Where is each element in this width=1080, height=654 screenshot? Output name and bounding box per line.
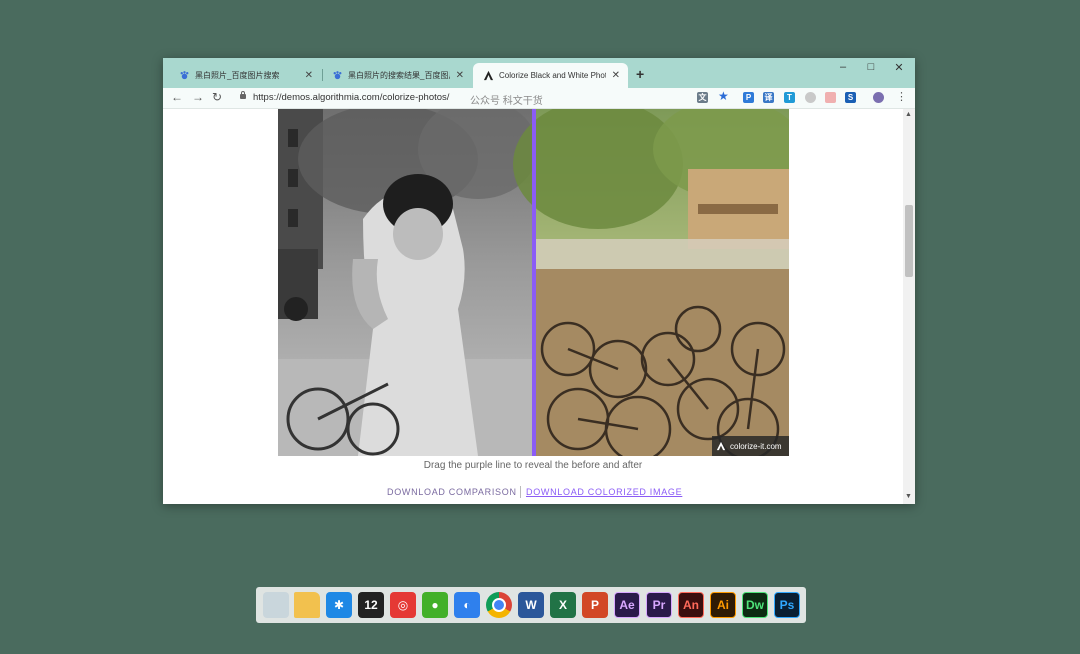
instruction-caption: Drag the purple line to reveal the befor… [423,460,643,471]
close-tab-icon[interactable]: ✕ [305,70,313,81]
bookmark-star-icon[interactable]: ★ [718,89,729,103]
browser-window: 黑白照片_百度图片搜索 ✕ 黑白照片的搜索结果_百度图片搜 ✕ Colorize… [163,58,915,504]
word-label: W [525,598,537,612]
page-content: colorize-it.com Drag the purple line to … [163,109,903,504]
scroll-up-icon[interactable]: ▲ [905,111,912,118]
tab-bar: 黑白照片_百度图片搜索 ✕ 黑白照片的搜索结果_百度图片搜 ✕ Colorize… [163,58,915,88]
wechat-label: ● [431,598,439,612]
extension-s-icon[interactable]: S [845,92,856,103]
netease-music-label: ◎ [397,598,409,612]
illustrator-label: Ai [717,598,729,612]
maximize-icon[interactable]: □ [857,61,885,73]
baidu-paw-icon [333,71,342,80]
reload-icon[interactable]: ↻ [212,90,222,104]
address-toolbar: ← → ↻ https://demos.algorithmia.com/colo… [163,88,915,109]
tab-1[interactable]: 黑白照片_百度图片搜索 ✕ [169,63,321,88]
new-tab-icon[interactable]: + [636,66,644,82]
blue-circle-app-icon[interactable]: ◐ [454,592,480,618]
powerpoint-label: P [590,598,599,612]
app-12-icon[interactable]: 12 [358,592,384,618]
tab-3-active[interactable]: Colorize Black and White Phot ✕ [473,63,628,88]
address-bar[interactable]: https://demos.algorithmia.com/colorize-p… [253,92,449,103]
scroll-down-icon[interactable]: ▼ [905,493,912,500]
scrollbar-thumb[interactable] [905,205,913,277]
extension-grey-icon[interactable] [805,92,816,103]
profile-avatar[interactable] [873,92,884,103]
extension-pink-icon[interactable] [825,92,836,103]
lock-icon [240,91,246,99]
recycle-bin-icon[interactable] [263,592,289,618]
app-12-label: 12 [364,598,378,612]
tab-title: 黑白照片的搜索结果_百度图片搜 [348,71,450,80]
word-icon[interactable]: W [518,592,544,618]
powerpoint-icon[interactable]: P [582,592,608,618]
tab-title: 黑白照片_百度图片搜索 [195,71,280,80]
algorithmia-logo-icon [483,70,494,81]
back-icon[interactable]: ← [171,90,183,104]
link-separator [520,486,521,498]
minimize-icon[interactable]: – [829,61,857,73]
close-tab-icon[interactable]: ✕ [612,70,620,81]
chrome-icon[interactable] [486,592,512,618]
netease-music-icon[interactable]: ◎ [390,592,416,618]
close-window-icon[interactable]: ✕ [885,61,913,74]
folder-icon[interactable] [294,592,320,618]
extension-translate-icon[interactable]: 译 [763,92,774,103]
download-colorized-link[interactable]: DOWNLOAD COLORIZED IMAGE [526,487,682,497]
photoshop-icon[interactable]: Ps [774,592,800,618]
tab-2[interactable]: 黑白照片的搜索结果_百度图片搜 ✕ [322,63,472,88]
app-blue-circle-label: ◐ [463,598,471,612]
excel-label: X [558,598,567,612]
excel-icon[interactable]: X [550,592,576,618]
taskbar-dock: ✱ 12 ◎ ● ◐ W X P Ae Pr An Ai Dw Ps [256,587,806,623]
close-tab-icon[interactable]: ✕ [456,70,464,81]
illustrator-icon[interactable]: Ai [710,592,736,618]
animate-icon[interactable]: An [678,592,704,618]
extension-p-icon[interactable]: P [743,92,754,103]
premiere-icon[interactable]: Pr [646,592,672,618]
photoshop-label: Ps [779,598,795,612]
tab-title: Colorize Black and White Phot [499,71,606,80]
premiere-label: Pr [652,598,666,612]
vertical-scrollbar[interactable]: ▲ ▼ [903,109,915,504]
dreamweaver-icon[interactable]: Dw [742,592,768,618]
app-star-label: ✱ [333,598,345,612]
app-star-icon[interactable]: ✱ [326,592,352,618]
comparison-slider-line[interactable] [532,109,536,456]
forward-icon[interactable]: → [192,90,204,104]
wechat-icon[interactable]: ● [422,592,448,618]
extension-t-icon[interactable]: T [784,92,795,103]
badge-label: colorize-it.com [730,441,782,451]
dreamweaver-label: Dw [746,598,764,612]
algorithmia-logo-icon [716,441,726,451]
after-effects-icon[interactable]: Ae [614,592,640,618]
animate-label: An [683,598,699,612]
menu-dots-icon[interactable]: ⋮ [896,90,907,103]
chrome-center [492,598,506,612]
colorize-it-badge: colorize-it.com [712,436,789,456]
baidu-paw-icon [180,71,189,80]
after-effects-label: Ae [619,598,635,612]
download-comparison-link[interactable]: DOWNLOAD COMPARISON [387,487,517,497]
translate-icon[interactable]: 文 [697,92,708,103]
watermark-text: 公众号 科文干货 [470,96,543,107]
